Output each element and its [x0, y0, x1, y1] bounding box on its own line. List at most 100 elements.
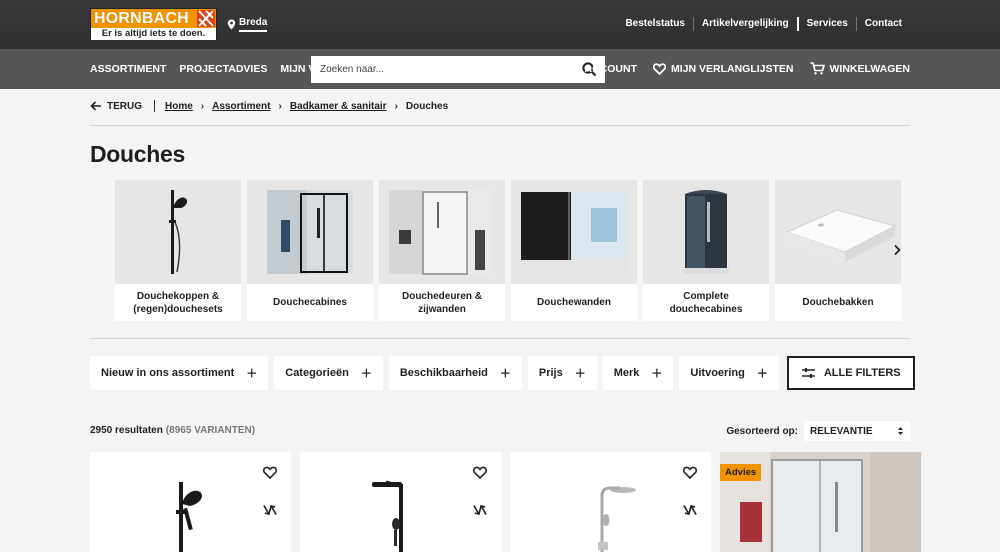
link-bestelstatus[interactable]: Bestelstatus — [617, 17, 692, 31]
compare-arrows-icon[interactable] — [473, 502, 487, 523]
main-nav: ASSORTIMENT PROJECTADVIES MIJN VESTIGING… — [0, 49, 1000, 89]
category-tile[interactable]: Douchedeuren & zijwanden — [379, 180, 505, 321]
search-input[interactable] — [311, 56, 561, 83]
plus-icon: ＋ — [574, 368, 586, 380]
store-location[interactable]: Breda — [227, 17, 268, 32]
results-count: 2950 resultaten (8965 VARIANTEN) — [90, 425, 255, 436]
plus-icon: ＋ — [360, 368, 372, 380]
product-card[interactable] — [90, 452, 291, 552]
category-label: Douchekoppen & (regen)douchesets — [133, 290, 223, 315]
crumb-badkamer[interactable]: Badkamer & sanitair — [290, 101, 387, 112]
cart-icon — [810, 62, 825, 75]
divider — [90, 338, 910, 339]
all-filters-label: ALLE FILTERS — [823, 367, 901, 379]
filter-bar: Nieuw in ons assortiment ＋ Categorieën ＋ B… — [90, 356, 915, 390]
product-image-chrome-shower — [598, 486, 636, 552]
link-artikelvergelijking[interactable]: Artikelvergelijking — [692, 17, 797, 31]
product-card[interactable] — [510, 452, 711, 552]
nav-assortiment[interactable]: ASSORTIMENT — [90, 63, 166, 75]
link-contact[interactable]: Contact — [855, 17, 910, 31]
sort-label: Gesorteerd op: — [726, 425, 798, 437]
category-image-shower-tray — [775, 180, 901, 284]
filter-label: Beschikbaarheid — [399, 367, 488, 379]
all-filters-button[interactable]: ALLE FILTERS — [786, 356, 915, 390]
category-image-shower-cabin — [247, 180, 373, 284]
category-label: Douchewanden — [537, 297, 611, 308]
category-tile[interactable]: Douchekoppen & (regen)douchesets — [115, 180, 241, 321]
filter-label: Categorieën — [285, 367, 349, 379]
product-card[interactable] — [300, 452, 501, 552]
compare-arrows-icon[interactable] — [263, 502, 277, 523]
crumb-current: Douches — [405, 100, 449, 112]
logo-tagline: Er is altijd iets te doen. — [91, 28, 216, 40]
page-title: Douches — [90, 141, 186, 167]
cart-button[interactable]: WINKELWAGEN — [810, 62, 911, 75]
breadcrumb: TERUG Home › Assortiment › Badkamer & sa… — [90, 100, 910, 126]
wishlist-heart-icon[interactable] — [472, 466, 488, 484]
category-label: Douchebakken — [802, 297, 874, 308]
arrow-left-icon — [90, 101, 101, 111]
sort-select[interactable]: RELEVANTIE — [804, 421, 910, 441]
category-label: Douchedeuren & zijwanden — [401, 290, 482, 315]
filter-merk[interactable]: Merk ＋ — [602, 356, 674, 390]
select-arrows-icon — [898, 427, 903, 435]
category-image-shower-door — [379, 180, 505, 284]
filter-prijs[interactable]: Prijs ＋ — [527, 356, 597, 390]
wishlist-heart-icon[interactable] — [682, 466, 698, 484]
chevron-right-icon: › — [394, 100, 398, 112]
filter-uitvoering[interactable]: Uitvoering ＋ — [679, 356, 779, 390]
wishlist-button[interactable]: MIJN VERLANGLIJSTEN — [652, 62, 794, 75]
category-label: Douchecabines — [273, 297, 347, 308]
user-icon — [538, 63, 551, 75]
account-button[interactable]: MIJN ACCOUNT — [538, 62, 637, 75]
category-tile[interactable]: Douchewanden — [511, 180, 637, 321]
back-label: TERUG — [107, 100, 142, 112]
crumb-divider — [154, 100, 155, 112]
filter-categorieen[interactable]: Categorieën ＋ — [274, 356, 383, 390]
product-card[interactable]: Advies — [720, 452, 921, 552]
account-label: MIJN ACCOUNT — [556, 62, 637, 75]
location-pin-icon — [227, 19, 236, 30]
sort-control: Gesorteerd op: RELEVANTIE — [726, 421, 910, 441]
results-number: 2950 resultaten — [90, 425, 163, 436]
filter-label: Nieuw in ons assortiment — [101, 367, 235, 379]
location-name: Breda — [239, 17, 268, 32]
nav-projectadvies[interactable]: PROJECTADVIES — [179, 63, 267, 75]
sort-value: RELEVANTIE — [810, 425, 873, 437]
product-image-rain-shower — [372, 480, 403, 552]
chevron-right-icon: › — [278, 100, 282, 112]
crumb-home[interactable]: Home — [165, 101, 193, 112]
wishlist-label: MIJN VERLANGLIJSTEN — [670, 62, 794, 75]
category-image-shower-head — [115, 180, 241, 284]
category-tile[interactable]: Douchebakken — [775, 180, 901, 321]
category-label: Complete douchecabines — [669, 290, 743, 315]
product-grid: Advies — [90, 452, 921, 552]
filter-nieuw[interactable]: Nieuw in ons assortiment ＋ — [90, 356, 269, 390]
logo-brand: HORNBACH — [91, 9, 197, 28]
product-image-shower-rail — [176, 482, 202, 552]
results-variants: (8965 VARIANTEN) — [165, 425, 256, 436]
category-carousel: Douchekoppen & (regen)douchesets Douchec… — [115, 180, 901, 321]
cart-label: WINKELWAGEN — [829, 62, 911, 75]
category-image-complete-cabin — [643, 180, 769, 284]
plus-icon: ＋ — [246, 368, 258, 380]
wishlist-heart-icon[interactable] — [262, 466, 278, 484]
category-tile[interactable]: Douchecabines — [247, 180, 373, 321]
category-tile[interactable]: Complete douchecabines — [643, 180, 769, 321]
filter-beschikbaarheid[interactable]: Beschikbaarheid ＋ — [388, 356, 522, 390]
crumb-assortiment[interactable]: Assortiment — [212, 101, 270, 112]
top-bar: HORNBACH Er is altijd iets te doen. Bred… — [0, 0, 1000, 49]
compare-arrows-icon[interactable] — [683, 502, 697, 523]
link-services[interactable]: Services — [796, 17, 856, 31]
filter-label: Prijs — [538, 367, 563, 379]
hornbach-logo[interactable]: HORNBACH Er is altijd iets te doen. — [90, 8, 217, 40]
sliders-icon — [801, 368, 815, 378]
carousel-next-icon[interactable] — [892, 243, 902, 261]
filter-label: Merk — [613, 367, 640, 379]
heart-icon — [652, 62, 666, 75]
plus-icon: ＋ — [651, 368, 663, 380]
filter-label: Uitvoering — [690, 367, 745, 379]
back-button[interactable]: TERUG — [90, 101, 142, 112]
plus-icon: ＋ — [756, 368, 768, 380]
logo-mark-icon — [197, 10, 215, 27]
